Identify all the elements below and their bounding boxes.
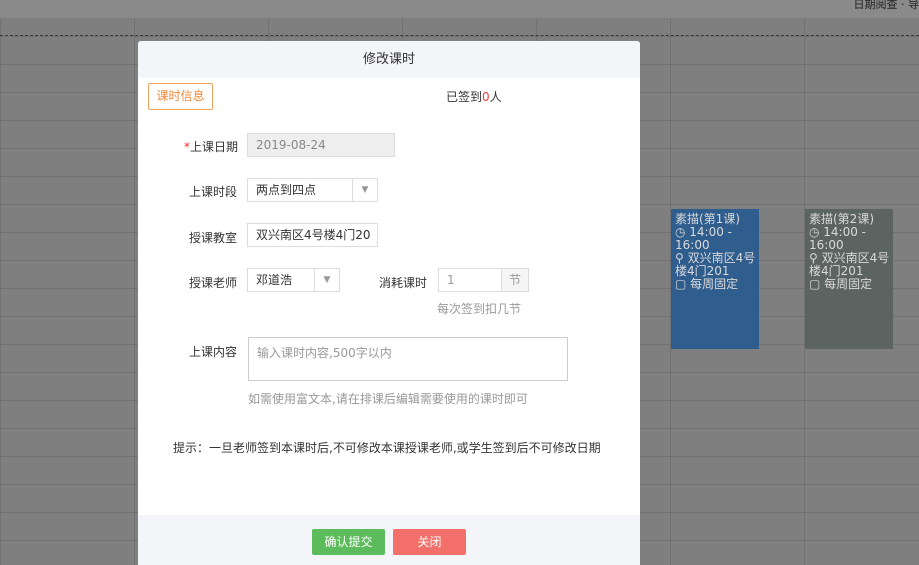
modal-title: 修改课时 [138,41,640,78]
classroom-label: 授课教室 [189,231,238,245]
edit-lesson-modal: 修改课时 课时信息 已签到0人 *上课日期 2019-08-24 上课时段 两点… [138,41,640,565]
consume-input[interactable]: 1 [438,268,502,292]
date-label: *上课日期 [184,138,238,155]
signed-count-text: 已签到0人 [446,88,502,105]
tab-lesson-info[interactable]: 课时信息 [148,83,213,110]
close-button[interactable]: 关闭 [393,529,466,555]
content-textarea[interactable]: 输入课时内容,500字以内 [248,337,568,381]
teacher-label: 授课老师 [189,276,238,290]
chevron-down-icon: ▼ [352,179,377,201]
modal-footer: 确认提交 关闭 [138,515,640,565]
consume-hint: 每次签到扣几节 [437,302,522,316]
classroom-input[interactable]: 双兴南区4号楼4门20 [247,223,378,247]
consume-label: 消耗课时 [379,276,428,290]
top-right-text: 日期阅查 · 导 [853,0,919,11]
consume-unit: 节 [502,268,529,292]
signed-suffix: 人 [489,90,502,104]
teacher-value: 邓道浩 [256,273,293,287]
content-hint: 如需使用富文本,请在排课后编辑需要使用的课时即可 [248,392,528,406]
content-label: 上课内容 [189,345,238,359]
date-input[interactable]: 2019-08-24 [247,133,395,157]
period-label: 上课时段 [189,185,238,199]
lesson-repeat: ▢ 每周固定 [809,277,873,291]
period-select[interactable]: 两点到四点 ▼ [247,178,378,202]
date-label-text: 上课日期 [190,140,239,154]
period-value: 两点到四点 [256,183,317,197]
top-bar: 日期阅查 · 导 [0,0,919,18]
lesson-card[interactable]: 素描(第1课) ◷ 14:00 - 16:00 ⚲ 双兴南区4号 楼4门201 … [671,209,759,349]
chevron-down-icon: ▼ [314,269,339,291]
signed-count: 0 [482,90,490,104]
teacher-select[interactable]: 邓道浩 ▼ [247,268,340,292]
tip-text: 提示：一旦老师签到本课时后,不可修改本课授课老师,或学生签到后不可修改日期 [173,441,601,455]
lesson-card[interactable]: 素描(第2课) ◷ 14:00 - 16:00 ⚲ 双兴南区4号 楼4门201 … [805,209,893,349]
time-indicator-line [0,35,919,36]
signed-prefix: 已签到 [446,90,483,104]
lesson-repeat: ▢ 每周固定 [675,277,739,291]
confirm-button[interactable]: 确认提交 [312,529,385,555]
